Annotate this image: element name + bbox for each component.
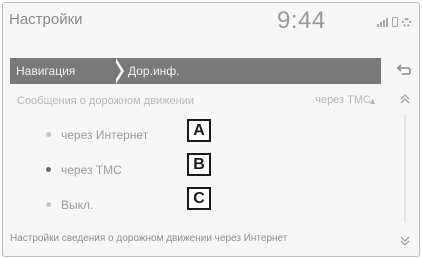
traffic-messages-setting[interactable]: Сообщения о дорожном движении через TMC … bbox=[10, 88, 381, 116]
breadcrumb-navigation[interactable]: Навигация bbox=[16, 58, 75, 84]
setting-value: через TMC bbox=[315, 94, 371, 106]
breadcrumb: Навигация Дор.инф. bbox=[10, 58, 381, 84]
option-label: Выкл. bbox=[61, 198, 94, 212]
status-bar: Настройки 9:44 bbox=[3, 3, 419, 47]
back-icon[interactable] bbox=[395, 61, 413, 79]
signal-icon bbox=[377, 17, 388, 27]
scrollbar[interactable] bbox=[404, 115, 406, 223]
clock: 9:44 bbox=[277, 7, 326, 34]
callout-c: C bbox=[187, 187, 211, 210]
option-label: через Интернет bbox=[61, 128, 149, 142]
radio-button[interactable] bbox=[46, 167, 51, 172]
scroll-down-icon[interactable] bbox=[399, 235, 411, 247]
scroll-up-icon[interactable] bbox=[399, 93, 411, 105]
chevron-icon: ▲ bbox=[368, 96, 377, 106]
option-label: через TMC bbox=[61, 163, 122, 177]
status-icons bbox=[377, 17, 411, 27]
breadcrumb-traffic-info: Дор.инф. bbox=[128, 64, 180, 78]
callout-b: B bbox=[187, 153, 211, 176]
callout-a: A bbox=[187, 119, 211, 142]
screen-title: Настройки bbox=[9, 11, 83, 28]
radio-button[interactable] bbox=[46, 202, 51, 207]
radio-button[interactable] bbox=[46, 132, 51, 137]
gear-icon bbox=[402, 18, 411, 27]
phone-icon bbox=[392, 17, 398, 27]
description-text: Настройки сведения о дорожном движении ч… bbox=[10, 233, 288, 244]
breadcrumb-separator-inner bbox=[113, 58, 121, 84]
setting-label: Сообщения о дорожном движении bbox=[17, 95, 194, 107]
settings-screen: Настройки 9:44 Навигация Дор.инф. Сообще… bbox=[2, 2, 420, 257]
